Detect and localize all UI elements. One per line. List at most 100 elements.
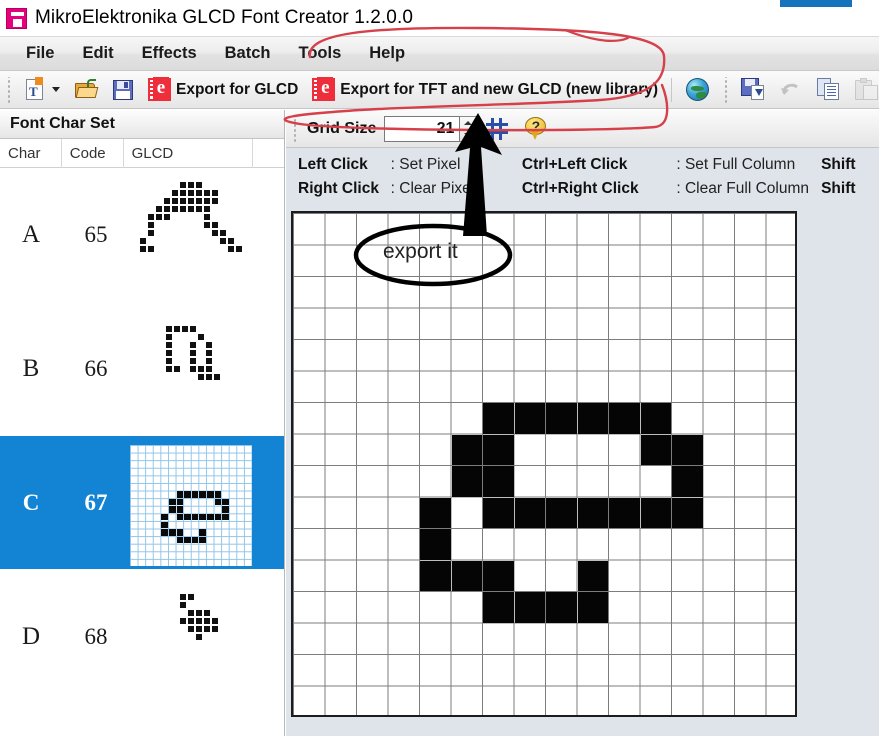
glyph-pixel [180, 617, 186, 624]
column-header-code[interactable]: Code [62, 138, 124, 168]
grid-toolbar-grip[interactable] [292, 115, 300, 142]
paste-button[interactable] [849, 75, 879, 105]
glyph-pixel [190, 349, 196, 356]
pixel-cell-on[interactable] [609, 403, 640, 434]
pixel-cell-on[interactable] [483, 434, 514, 465]
pixel-cell-on[interactable] [483, 403, 514, 434]
glyph-pixel [191, 491, 199, 498]
grid-help-button[interactable]: ? [518, 114, 554, 144]
pixel-cell-on[interactable] [577, 403, 608, 434]
grid-size-stepper[interactable] [384, 115, 478, 142]
save-font-button[interactable] [106, 75, 140, 105]
spinner-up-icon[interactable] [460, 117, 476, 129]
menu-edit[interactable]: Edit [68, 40, 127, 67]
pixel-grid-container[interactable] [291, 211, 797, 717]
pixel-cell-on[interactable] [546, 403, 577, 434]
new-font-button[interactable]: T [18, 75, 66, 105]
pixel-cell-on[interactable] [514, 403, 545, 434]
pixel-cell-on[interactable] [451, 560, 482, 591]
glyph-pixel [206, 357, 212, 364]
glyph-pixel [204, 213, 210, 220]
char-row-d[interactable]: D 68 [0, 570, 284, 704]
pixel-cell-on[interactable] [672, 466, 703, 497]
grid-size-input[interactable] [384, 115, 461, 142]
save-as-button[interactable] [735, 75, 771, 105]
web-button[interactable] [679, 75, 716, 105]
char-set-column-headers: Char Code GLCD [0, 138, 284, 168]
glyph-pixel [188, 617, 194, 624]
export-for-tft-button[interactable]: e Export for TFT and new GLCD (new libra… [306, 75, 664, 105]
export-for-glcd-button[interactable]: e Export for GLCD [142, 75, 304, 105]
glyph-pixel [214, 498, 222, 506]
spinner-down-icon[interactable] [460, 129, 476, 141]
pixel-cell-on[interactable] [640, 403, 671, 434]
pixel-cell-on[interactable] [483, 497, 514, 528]
hint-set-full-column: : Set Full Column [676, 156, 796, 173]
pixel-cell-on[interactable] [420, 560, 451, 591]
toggle-grid-button[interactable] [478, 114, 516, 144]
annotation-callout-text: export it [383, 240, 458, 263]
pixel-cell-on[interactable] [640, 434, 671, 465]
glyph-pixel [180, 205, 186, 212]
pixel-cell-on[interactable] [514, 592, 545, 623]
undo-button[interactable] [773, 75, 809, 105]
char-row-b[interactable]: B 66 [0, 302, 284, 436]
glyph-pixel [198, 333, 204, 340]
menu-file[interactable]: File [12, 40, 68, 67]
pixel-cell-on[interactable] [483, 560, 514, 591]
glyph-pixel [176, 498, 184, 506]
toolbar-grip[interactable] [6, 76, 14, 103]
open-font-button[interactable] [68, 75, 104, 105]
glyph-pixel [207, 491, 214, 498]
pixel-cell-on[interactable] [546, 592, 577, 623]
glyph-pixel [172, 205, 178, 212]
pixel-cell-on[interactable] [672, 497, 703, 528]
chevron-down-icon[interactable] [52, 87, 60, 92]
code-cell: 65 [84, 221, 108, 247]
pixel-cell-on[interactable] [420, 529, 451, 560]
glyph-pixel [199, 513, 206, 521]
pixel-grid[interactable] [293, 213, 795, 715]
code-cell: 68 [84, 623, 108, 649]
char-row-c[interactable]: C 67 [0, 436, 284, 570]
menu-batch[interactable]: Batch [211, 40, 285, 67]
toolbar-grip-2[interactable] [723, 76, 732, 103]
glyph-pixel [204, 197, 210, 204]
glyph-pixel [176, 536, 184, 544]
hint-left-click: Left Click [298, 156, 368, 173]
export-for-glcd-label: Export for GLCD [176, 80, 299, 98]
copy-button[interactable] [811, 75, 847, 105]
pixel-cell-on[interactable] [514, 497, 545, 528]
pixel-cell-on[interactable] [672, 434, 703, 465]
glyph-pixel [191, 536, 199, 544]
pixel-cell-on[interactable] [577, 497, 608, 528]
column-header-glcd[interactable]: GLCD [124, 138, 254, 168]
pixel-cell-on[interactable] [483, 466, 514, 497]
column-header-char[interactable]: Char [0, 138, 62, 168]
pixel-cell-on[interactable] [640, 497, 671, 528]
pixel-cell-on[interactable] [546, 497, 577, 528]
menu-tools[interactable]: Tools [284, 40, 355, 67]
glyph-pixel [212, 197, 218, 204]
pixel-cell-on[interactable] [483, 592, 514, 623]
char-row-a[interactable]: A 65 [0, 168, 284, 302]
menu-effects[interactable]: Effects [128, 40, 211, 67]
open-folder-icon [74, 78, 99, 101]
pixel-cell-on[interactable] [451, 434, 482, 465]
column-header-extra[interactable] [253, 139, 284, 168]
glyph-pixel [172, 189, 178, 196]
glyph-pixel [176, 529, 184, 536]
undo-icon [779, 79, 803, 101]
pixel-cell-on[interactable] [451, 466, 482, 497]
menu-help[interactable]: Help [355, 40, 419, 67]
glyph-pixel [180, 601, 186, 608]
pixel-cell-on[interactable] [577, 560, 608, 591]
glyph-pixel [198, 365, 204, 372]
grid-size-spin-buttons[interactable] [460, 115, 478, 142]
glyph-pixel [169, 498, 176, 506]
save-floppy-icon [112, 79, 134, 101]
pixel-cell-on[interactable] [420, 497, 451, 528]
pixel-cell-on[interactable] [609, 497, 640, 528]
pixel-cell-on[interactable] [577, 592, 608, 623]
glyph-pixel [166, 341, 172, 348]
